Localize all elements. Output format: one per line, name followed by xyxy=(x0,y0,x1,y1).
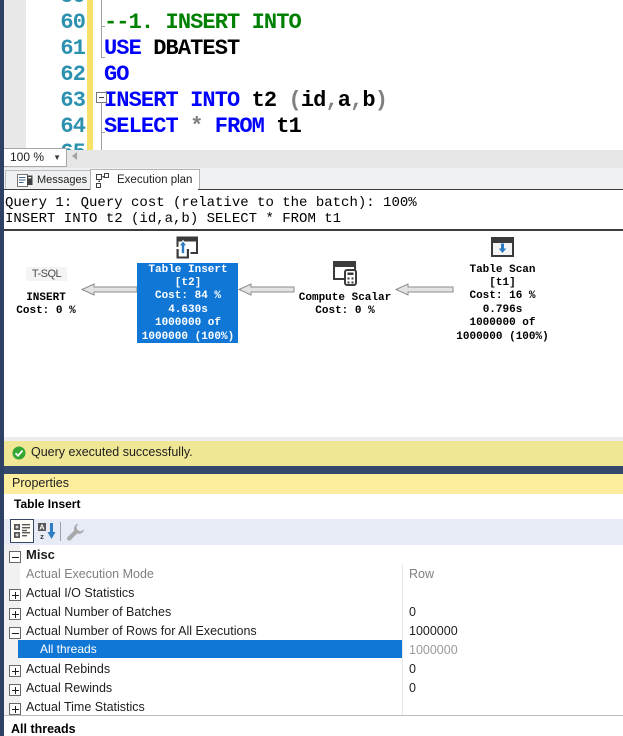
svg-text:A: A xyxy=(39,523,45,532)
svg-text:z: z xyxy=(40,532,44,540)
